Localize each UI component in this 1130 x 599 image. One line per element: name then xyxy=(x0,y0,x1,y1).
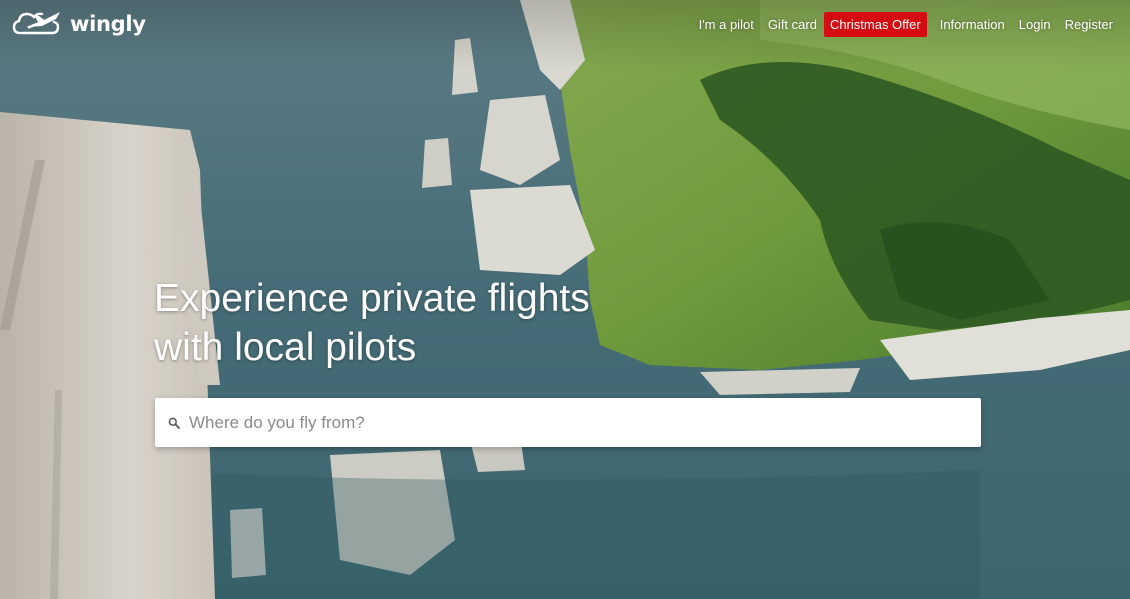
hero-headline: Experience private flights with local pi… xyxy=(154,274,590,372)
nav-item-information[interactable]: Information xyxy=(933,12,1012,37)
nav-item-register[interactable]: Register xyxy=(1058,12,1120,37)
nav-item-login[interactable]: Login xyxy=(1012,12,1058,37)
departure-search-input[interactable] xyxy=(189,398,981,447)
hero-headline-line-1: Experience private flights xyxy=(154,277,590,320)
nav-links: I'm a pilot Gift card Christmas Offer In… xyxy=(692,11,1120,37)
departure-search-box[interactable] xyxy=(155,398,981,447)
nav-item-im-a-pilot[interactable]: I'm a pilot xyxy=(692,12,761,37)
brand-name: wingly xyxy=(70,12,146,36)
search-icon xyxy=(168,417,180,429)
nav-item-christmas-offer[interactable]: Christmas Offer xyxy=(823,11,927,37)
nav-item-gift-card[interactable]: Gift card xyxy=(761,12,824,37)
cloud-plane-logo-icon xyxy=(12,12,60,35)
top-navbar: wingly I'm a pilot Gift card Christmas O… xyxy=(0,0,1130,48)
hero-headline-line-2: with local pilots xyxy=(154,326,417,369)
brand-logo-link[interactable]: wingly xyxy=(12,9,146,39)
